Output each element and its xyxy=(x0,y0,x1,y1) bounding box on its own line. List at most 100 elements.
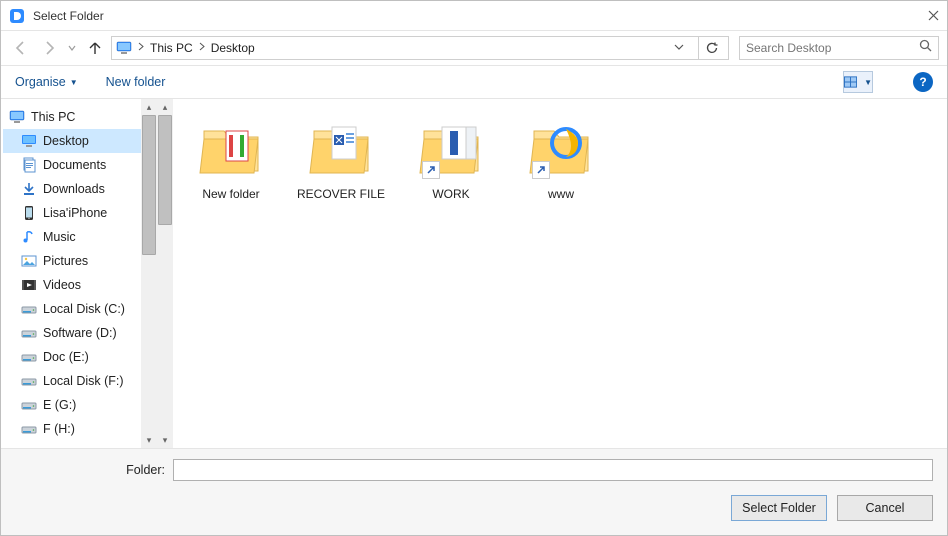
cancel-label: Cancel xyxy=(866,501,905,515)
search-icon xyxy=(919,39,932,57)
tree-item-documents[interactable]: Documents xyxy=(3,153,155,177)
folder-view[interactable]: ▴ ▾ New folder xyxy=(157,99,947,448)
nav-tree: This PC Desktop Documents Downloads Lisa… xyxy=(1,99,157,448)
tree-item-label: Software (D:) xyxy=(43,326,117,340)
organise-label: Organise xyxy=(15,75,66,89)
scroll-down-icon: ▾ xyxy=(163,432,168,448)
organise-button[interactable]: Organise ▼ xyxy=(15,75,78,89)
close-button[interactable] xyxy=(899,8,939,24)
tree-root-this-pc[interactable]: This PC xyxy=(3,105,155,129)
caret-down-icon: ▼ xyxy=(864,78,872,87)
tree-item-label: Documents xyxy=(43,158,106,172)
tree-item-doc-e[interactable]: Doc (E:) xyxy=(3,345,155,369)
new-folder-button[interactable]: New folder xyxy=(106,75,166,89)
shortcut-arrow-icon xyxy=(422,161,440,179)
folder-tile-work[interactable]: WORK xyxy=(401,109,501,201)
scroll-up-icon: ▴ xyxy=(163,99,168,115)
tree-item-label: Music xyxy=(43,230,76,244)
tree-item-local-disk-c[interactable]: Local Disk (C:) xyxy=(3,297,155,321)
titlebar: Select Folder xyxy=(1,1,947,31)
tree-scrollbar[interactable]: ▴ ▾ xyxy=(141,99,157,448)
tree-item-label: Local Disk (F:) xyxy=(43,374,124,388)
chevron-right-icon xyxy=(199,42,205,54)
tree-item-label: Lisa'iPhone xyxy=(43,206,107,220)
cancel-button[interactable]: Cancel xyxy=(837,495,933,521)
videos-icon xyxy=(21,277,37,293)
help-button[interactable]: ? xyxy=(913,72,933,92)
search-input[interactable] xyxy=(746,41,919,55)
folder-icon xyxy=(306,113,376,183)
tree-item-label: Desktop xyxy=(43,134,89,148)
documents-icon xyxy=(21,157,37,173)
app-icon xyxy=(9,8,25,24)
tree-item-desktop[interactable]: Desktop xyxy=(3,129,155,153)
tree-item-iphone[interactable]: Lisa'iPhone xyxy=(3,201,155,225)
tree-root-label: This PC xyxy=(31,110,75,124)
address-dropdown-icon[interactable] xyxy=(674,39,684,57)
pictures-icon xyxy=(21,253,37,269)
scroll-up-icon: ▴ xyxy=(147,99,152,115)
view-options-button[interactable]: ▼ xyxy=(843,71,873,93)
folder-label: WORK xyxy=(432,187,469,201)
view-icon xyxy=(844,76,857,88)
tree-item-downloads[interactable]: Downloads xyxy=(3,177,155,201)
tree-item-label: Downloads xyxy=(43,182,105,196)
forward-button[interactable] xyxy=(37,36,61,60)
tree-item-label: Doc (E:) xyxy=(43,350,89,364)
tree-item-local-disk-f[interactable]: Local Disk (F:) xyxy=(3,369,155,393)
tree-item-music[interactable]: Music xyxy=(3,225,155,249)
folder-shortcut-icon xyxy=(526,113,596,183)
close-icon xyxy=(928,8,939,24)
history-dropdown[interactable] xyxy=(65,36,79,60)
shortcut-arrow-icon xyxy=(532,161,550,179)
button-row: Select Folder Cancel xyxy=(15,495,933,521)
search-box[interactable] xyxy=(739,36,939,60)
breadcrumb-desktop[interactable]: Desktop xyxy=(211,41,255,55)
tree-item-pictures[interactable]: Pictures xyxy=(3,249,155,273)
caret-down-icon: ▼ xyxy=(70,78,78,87)
breadcrumb-this-pc[interactable]: This PC xyxy=(150,41,193,55)
folder-label: New folder xyxy=(202,187,259,201)
drive-icon xyxy=(21,301,37,317)
folder-shortcut-icon xyxy=(416,113,486,183)
tree-item-label: Videos xyxy=(43,278,81,292)
drive-icon xyxy=(21,397,37,413)
phone-icon xyxy=(21,205,37,221)
drive-icon xyxy=(21,325,37,341)
music-icon xyxy=(21,229,37,245)
folder-scrollbar-thumb[interactable] xyxy=(158,115,172,225)
footer: Folder: Select Folder Cancel xyxy=(1,448,947,535)
this-pc-icon xyxy=(116,40,132,56)
select-folder-dialog: Select Folder This PC xyxy=(0,0,948,536)
folder-label: www xyxy=(548,187,574,201)
address-bar[interactable]: This PC Desktop xyxy=(111,36,729,60)
folder-view-scrollbar[interactable]: ▴ ▾ xyxy=(157,99,173,448)
folder-tile-recover-file[interactable]: RECOVER FILE xyxy=(291,109,391,201)
scroll-down-icon: ▾ xyxy=(147,432,152,448)
back-button[interactable] xyxy=(9,36,33,60)
drive-icon xyxy=(21,373,37,389)
help-icon: ? xyxy=(919,75,926,89)
tree-item-label: F (H:) xyxy=(43,422,75,436)
toolbar: Organise ▼ New folder ▼ ? xyxy=(1,65,947,99)
folder-tile-new-folder[interactable]: New folder xyxy=(181,109,281,201)
select-folder-button[interactable]: Select Folder xyxy=(731,495,827,521)
tree-item-drive-g[interactable]: E (G:) xyxy=(3,393,155,417)
folder-input[interactable] xyxy=(173,459,933,481)
folder-input-row: Folder: xyxy=(15,459,933,481)
folder-field-label: Folder: xyxy=(15,463,165,477)
tree-item-label: E (G:) xyxy=(43,398,76,412)
up-button[interactable] xyxy=(83,36,107,60)
main-area: This PC Desktop Documents Downloads Lisa… xyxy=(1,99,947,448)
folder-icon xyxy=(196,113,266,183)
tree-item-software-d[interactable]: Software (D:) xyxy=(3,321,155,345)
tree-item-videos[interactable]: Videos xyxy=(3,273,155,297)
drive-icon xyxy=(21,421,37,437)
downloads-icon xyxy=(21,181,37,197)
refresh-button[interactable] xyxy=(698,36,724,60)
tree-item-drive-h[interactable]: F (H:) xyxy=(3,417,155,441)
folder-tile-www[interactable]: www xyxy=(511,109,611,201)
tree-scrollbar-thumb[interactable] xyxy=(142,115,156,255)
tree-item-label: Pictures xyxy=(43,254,88,268)
select-folder-label: Select Folder xyxy=(742,501,816,515)
